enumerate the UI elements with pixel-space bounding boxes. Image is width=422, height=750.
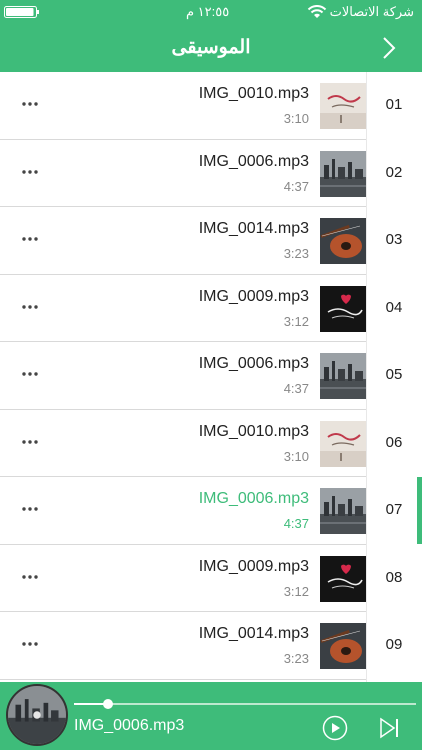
battery-icon	[4, 6, 39, 18]
track-number: 08	[385, 568, 403, 586]
now-playing-title: IMG_0006.mp3	[74, 717, 185, 734]
track-duration: 3:12	[283, 313, 309, 329]
wifi-icon	[307, 5, 327, 18]
next-track-button[interactable]	[378, 715, 402, 741]
track-number: 02	[385, 163, 403, 181]
play-button[interactable]	[322, 715, 348, 741]
track-duration: 3:10	[283, 448, 309, 464]
mini-player[interactable]: IMG_0006.mp3	[0, 682, 422, 750]
carrier-label: شركة الاتصالات	[329, 4, 414, 19]
track-name: IMG_0009.mp3	[198, 287, 309, 305]
track-number: 03	[385, 231, 403, 248]
more-icon[interactable]	[20, 297, 40, 317]
more-icon[interactable]	[20, 567, 40, 587]
progress-slider[interactable]	[74, 699, 416, 709]
track-row[interactable]: IMG_0010.mp3 3:10 01	[0, 72, 422, 140]
album-art[interactable]	[6, 684, 68, 746]
track-duration: 3:23	[283, 651, 309, 666]
more-icon[interactable]	[20, 94, 40, 114]
track-duration: 3:10	[283, 111, 309, 126]
track-name: IMG_0010.mp3	[198, 85, 309, 102]
status-time: ١٢:٥٥ م	[186, 4, 230, 19]
track-name: IMG_0014.mp3	[198, 220, 309, 237]
track-number: 09	[385, 636, 403, 653]
page-title: الموسيقى	[171, 37, 251, 58]
chevron-right-icon[interactable]	[380, 36, 398, 60]
track-name: IMG_0009.mp3	[198, 557, 309, 575]
track-row[interactable]: IMG_0010.mp3 3:10 06	[0, 410, 422, 477]
track-thumbnail	[320, 150, 366, 197]
more-icon[interactable]	[20, 229, 40, 249]
track-thumbnail	[320, 420, 366, 467]
track-name: IMG_0006.mp3	[198, 152, 309, 170]
status-bar: ١٢:٥٥ م شركة الاتصالات	[0, 0, 422, 24]
track-number: 07	[385, 501, 403, 518]
track-row[interactable]: IMG_0006.mp3 4:37 07	[0, 477, 422, 545]
track-name: IMG_0006.mp3	[198, 490, 309, 507]
track-duration: 4:37	[283, 516, 309, 531]
more-icon[interactable]	[20, 499, 40, 519]
track-row[interactable]: IMG_0014.mp3 3:23 09	[0, 612, 422, 680]
track-name: IMG_0014.mp3	[198, 625, 309, 642]
track-list[interactable]: IMG_0010.mp3 3:10 01 IMG_0006.mp3 4:37 02 IMG_…	[0, 72, 422, 682]
more-icon[interactable]	[20, 634, 40, 654]
track-thumbnail	[320, 83, 366, 129]
track-number: 01	[385, 96, 403, 113]
track-thumbnail	[320, 555, 366, 602]
track-duration: 3:23	[283, 246, 309, 261]
track-thumbnail	[320, 353, 366, 399]
track-thumbnail	[320, 488, 366, 534]
more-icon[interactable]	[20, 162, 40, 182]
progress-knob[interactable]	[103, 699, 114, 709]
track-duration: 4:37	[283, 381, 309, 396]
track-number: 04	[385, 298, 403, 316]
active-track-indicator	[417, 477, 422, 544]
track-thumbnail	[320, 218, 366, 264]
track-thumbnail	[320, 285, 366, 332]
track-row[interactable]: IMG_0009.mp3 3:12 04	[0, 275, 422, 342]
track-name: IMG_0006.mp3	[198, 355, 309, 372]
track-duration: 3:12	[283, 583, 309, 599]
nav-bar: الموسيقى	[0, 24, 422, 72]
track-number: 06	[385, 433, 403, 451]
more-icon[interactable]	[20, 432, 40, 452]
track-row[interactable]: IMG_0009.mp3 3:12 08	[0, 545, 422, 612]
track-thumbnail	[320, 623, 366, 669]
track-row[interactable]: IMG_0014.mp3 3:23 03	[0, 207, 422, 275]
track-row[interactable]: IMG_0006.mp3 4:37 02	[0, 140, 422, 207]
track-row[interactable]: IMG_0006.mp3 4:37 05	[0, 342, 422, 410]
track-number: 05	[385, 366, 403, 383]
track-name: IMG_0010.mp3	[198, 422, 309, 440]
track-duration: 4:37	[283, 178, 309, 194]
more-icon[interactable]	[20, 364, 40, 384]
row-divider	[0, 678, 366, 680]
